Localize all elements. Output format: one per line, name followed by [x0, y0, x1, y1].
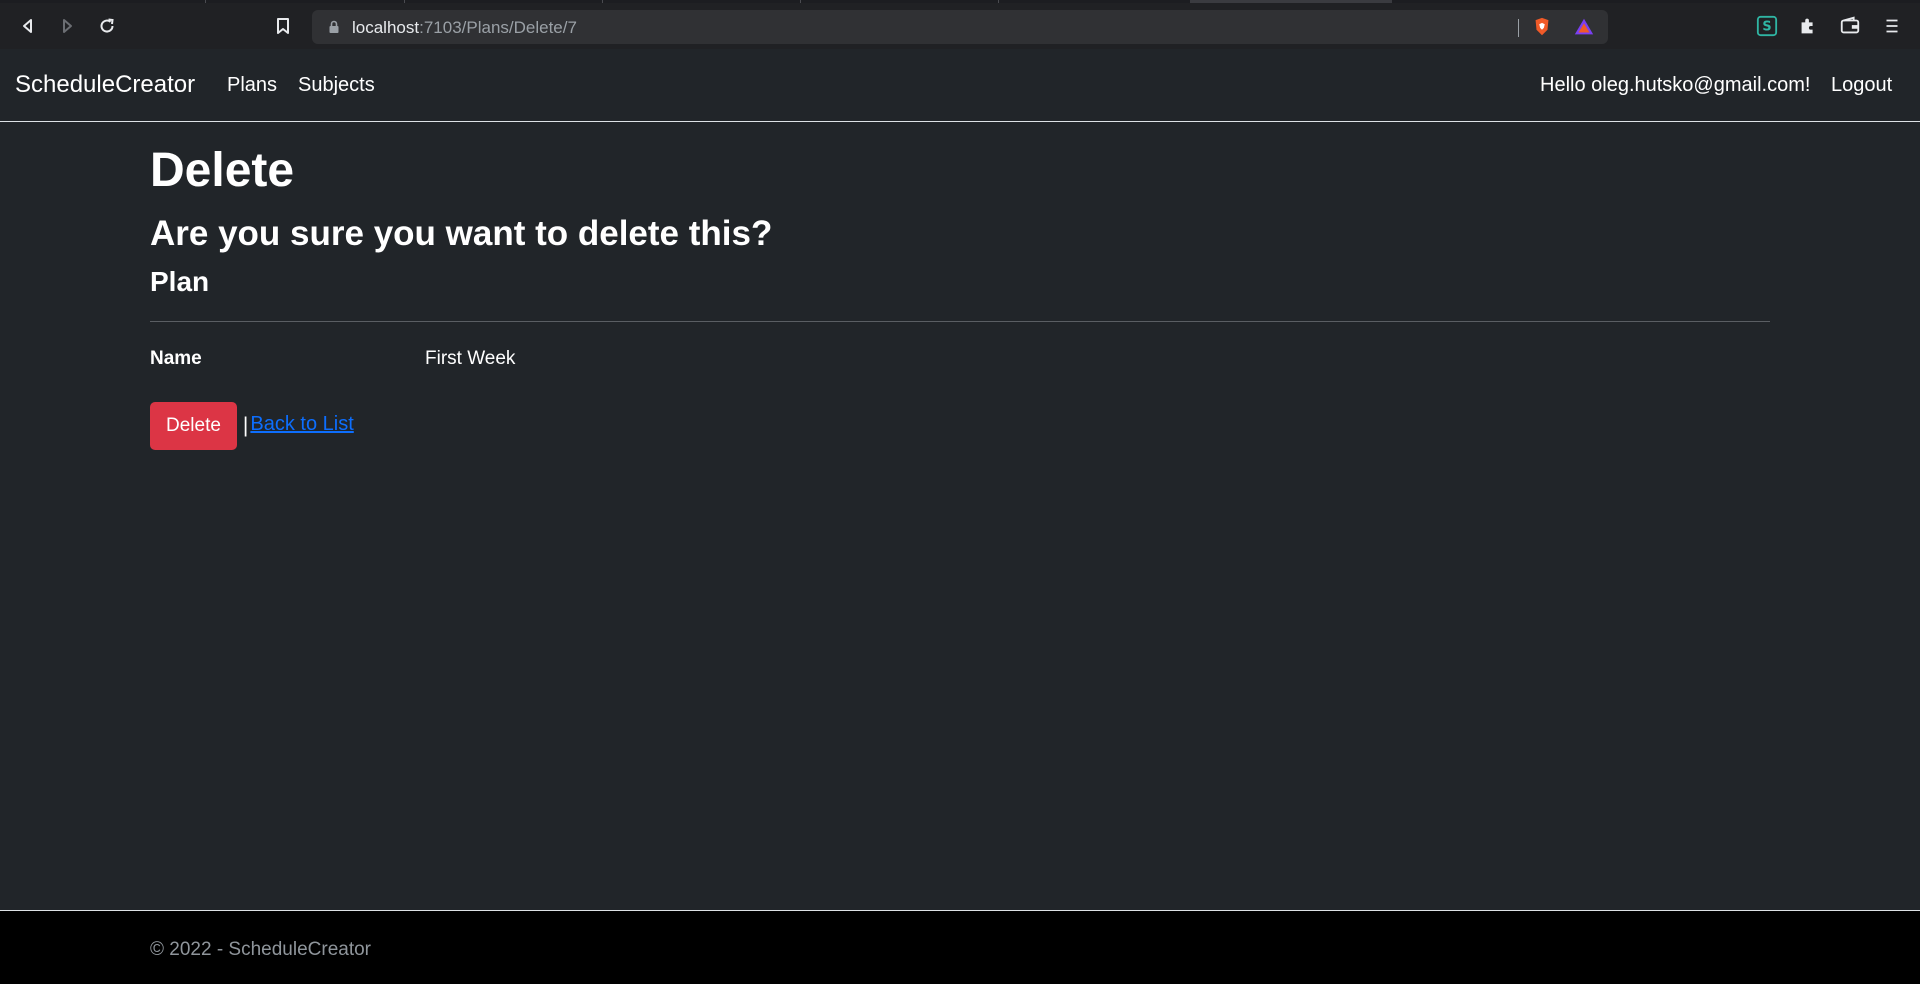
- app-navbar: ScheduleCreator Plans Subjects Hello ole…: [0, 49, 1920, 122]
- entity-type-heading: Plan: [150, 266, 210, 297]
- url-path: :7103/Plans/Delete/7: [419, 18, 577, 37]
- action-separator: |: [242, 414, 249, 437]
- user-greeting[interactable]: Hello oleg.hutsko@gmail.com!: [1540, 74, 1810, 97]
- address-divider: [1518, 19, 1519, 37]
- extensions-puzzle-icon[interactable]: [1796, 14, 1820, 38]
- reload-button[interactable]: [92, 11, 122, 41]
- bookmark-icon: [277, 18, 289, 34]
- page-footer: © 2022 - ScheduleCreator: [0, 910, 1920, 984]
- url-text: localhost:7103/Plans/Delete/7: [352, 18, 577, 38]
- url-host: localhost: [352, 18, 420, 37]
- browser-toolbar: localhost:7103/Plans/Delete/7 S: [0, 3, 1920, 49]
- brand-link[interactable]: ScheduleCreator: [15, 71, 195, 99]
- brave-rewards-icon[interactable]: [1572, 15, 1596, 39]
- delete-button[interactable]: Delete: [150, 402, 237, 450]
- back-button[interactable]: [13, 11, 43, 41]
- svg-text:S: S: [1762, 20, 1771, 35]
- address-bar[interactable]: localhost:7103/Plans/Delete/7: [312, 10, 1608, 44]
- form-actions: Delete | Back to List: [150, 402, 354, 450]
- lock-icon: [329, 20, 339, 33]
- nav-link-subjects[interactable]: Subjects: [298, 74, 375, 97]
- divider: [150, 321, 1770, 322]
- browser-menu-icon[interactable]: [1880, 14, 1904, 38]
- field-label-name: Name: [150, 348, 202, 369]
- back-arrow-icon: [23, 19, 32, 33]
- extension-s-icon[interactable]: S: [1755, 14, 1779, 38]
- reload-icon: [100, 18, 114, 33]
- footer-copyright: © 2022 - ScheduleCreator: [150, 939, 372, 960]
- field-value-name: First Week: [425, 348, 516, 369]
- nav-link-plans[interactable]: Plans: [227, 74, 277, 97]
- confirm-question: Are you sure you want to delete this?: [150, 214, 773, 253]
- back-to-list-link[interactable]: Back to List: [250, 413, 353, 436]
- wallet-icon[interactable]: [1838, 14, 1862, 38]
- brave-shield-icon[interactable]: [1530, 15, 1554, 39]
- forward-button[interactable]: [52, 11, 82, 41]
- forward-arrow-icon: [63, 19, 72, 33]
- logout-button[interactable]: Logout: [1831, 74, 1892, 97]
- page-title: Delete: [150, 144, 295, 197]
- bookmark-button[interactable]: [268, 11, 298, 41]
